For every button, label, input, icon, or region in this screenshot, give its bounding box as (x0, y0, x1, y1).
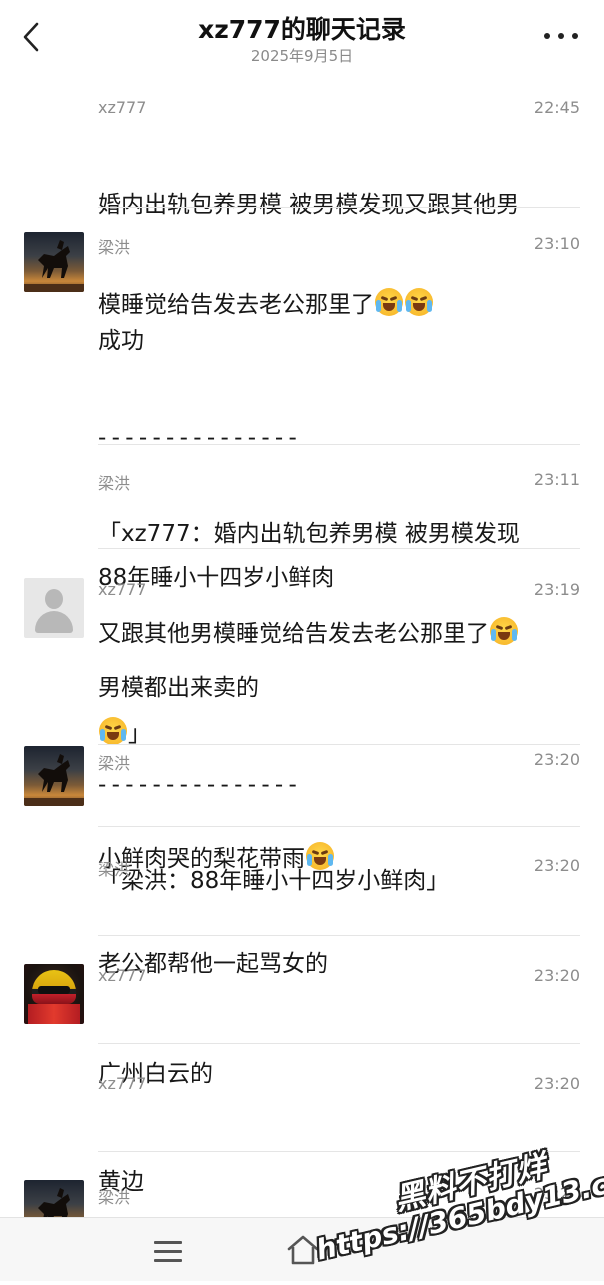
message-time: 23:20 (533, 966, 580, 985)
more-dot-icon (544, 33, 550, 39)
chat-record-list[interactable]: xz777 22:45 婚内出轨包养男模 被男模发现又跟其他男 模睡觉给告发去老… (0, 80, 604, 1217)
sender-name: 梁洪 (98, 474, 131, 493)
message-time: 23:20 (533, 750, 580, 769)
avatar-racer[interactable] (24, 964, 84, 1024)
menu-icon (154, 1259, 182, 1262)
chat-message[interactable]: xz777 22:45 婚内出轨包养男模 被男模发现又跟其他男 模睡觉给告发去老… (0, 80, 604, 318)
sender-name: 梁洪 (98, 238, 131, 257)
message-time: 23:20 (533, 1074, 580, 1093)
chat-message[interactable]: 梁洪 23:20 老公都帮他一起骂女的 (0, 828, 604, 977)
message-line: 男模都出来卖的 (98, 675, 259, 701)
page-title: xz777的聊天记录 (198, 15, 406, 44)
user-silhouette-icon (45, 589, 63, 609)
message-divider (98, 207, 580, 208)
sender-name: 梁洪 (98, 1188, 131, 1207)
horse-icon (24, 754, 84, 806)
horse-icon (24, 240, 84, 292)
menu-icon (154, 1241, 182, 1244)
sender-name: xz777 (98, 98, 147, 117)
sender-name: 梁洪 (98, 754, 131, 773)
more-options-button[interactable] (544, 30, 578, 42)
chat-message[interactable]: xz777 23:19 男模都出来卖的 - - - - - - - - - - … (0, 550, 604, 894)
menu-button[interactable] (154, 1241, 182, 1263)
chat-message[interactable]: 梁洪 23:20 小鲜肉哭的梨花带雨 (0, 746, 604, 872)
avatar-default[interactable] (24, 578, 84, 638)
more-dot-icon (558, 33, 564, 39)
message-line: 成功 (98, 328, 144, 354)
message-divider (98, 744, 580, 745)
avatar-horse-rider[interactable] (24, 232, 84, 292)
sender-name: xz777 (98, 1074, 147, 1093)
chat-header: xz777的聊天记录 2025年9月5日 (0, 0, 604, 80)
message-divider (98, 826, 580, 827)
sender-name: xz777 (98, 966, 147, 985)
message-time: 22:45 (533, 98, 580, 117)
message-time: 23:19 (533, 580, 580, 599)
chat-message[interactable]: 梁洪 23:11 88年睡小十四岁小鲜肉 (0, 446, 604, 591)
message-time: 23:20 (533, 856, 580, 875)
chat-message[interactable]: xz777 23:20 广州白云的 (0, 936, 604, 1087)
user-silhouette-icon (35, 611, 73, 633)
avatar-horse-rider[interactable] (24, 1180, 84, 1217)
page-subtitle-date: 2025年9月5日 (250, 47, 354, 65)
sender-name: xz777 (98, 580, 147, 599)
racing-suit-icon (28, 1004, 80, 1024)
horse-icon (38, 1188, 70, 1217)
message-time: 23:11 (533, 470, 580, 489)
chat-message[interactable]: 梁洪 23:10 成功 - - - - - - - - - - - - - - … (0, 216, 604, 747)
sender-name: 梁洪 (98, 860, 131, 879)
visor-icon (38, 986, 70, 994)
more-dot-icon (572, 33, 578, 39)
message-time: 23:10 (533, 234, 580, 253)
message-divider (98, 444, 580, 445)
message-divider (98, 548, 580, 549)
menu-icon (154, 1250, 182, 1253)
avatar-horse-rider[interactable] (24, 746, 84, 806)
